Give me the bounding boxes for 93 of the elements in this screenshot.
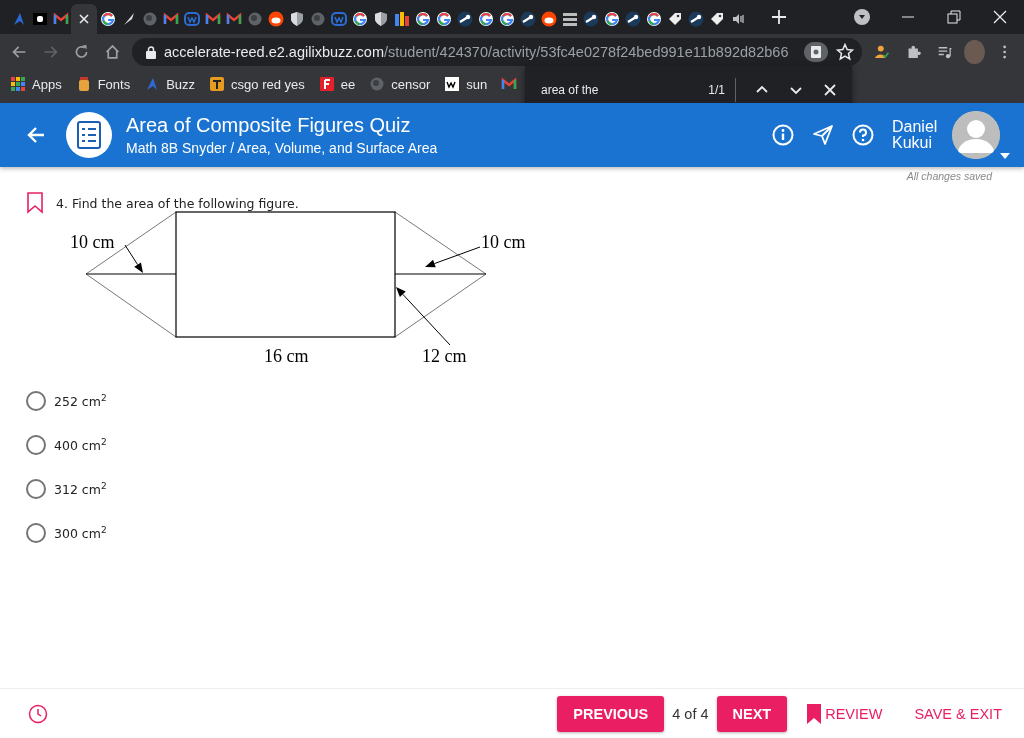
restore-icon[interactable] — [946, 9, 962, 25]
choice-label: 300 cm$^{2}$ — [54, 524, 107, 542]
radio-button[interactable] — [26, 523, 46, 543]
mail-icon — [204, 11, 221, 27]
browser-tab[interactable] — [71, 4, 97, 34]
alien-logo-icon — [267, 11, 284, 27]
bookmark-item[interactable]: censor — [369, 76, 431, 92]
caret-icon[interactable] — [1000, 153, 1010, 159]
globe-icon — [309, 11, 326, 27]
bookmark-icon[interactable] — [26, 192, 44, 214]
checklist-icon — [77, 121, 101, 149]
course-breadcrumb: Math 8B Snyder / Area, Volume, and Surface Area — [126, 140, 439, 156]
colored-ring-icon — [603, 11, 620, 27]
colored-ring-icon — [99, 11, 116, 27]
home-icon[interactable] — [103, 42, 121, 62]
quiz-title: Area of Composite Figures Quiz — [126, 114, 412, 137]
bars-icon — [393, 11, 410, 27]
bookmark-item[interactable]: Buzz — [144, 76, 196, 92]
dropdown-icon[interactable] — [854, 9, 870, 25]
globe-icon — [246, 11, 263, 27]
address-bar[interactable]: accelerate-reed.e2.agilixbuzz.com/student/424370/activity/53fc4e0278f24bed991e11b892d82b66 — [131, 38, 863, 66]
info-icon[interactable] — [772, 124, 794, 146]
dimension-label: 16 cm — [264, 346, 309, 366]
apps-grid-icon — [10, 76, 26, 92]
url-text: accelerate-reed.e2.agilixbuzz.com/student/424370/activity/53fc4e0278f24bed991e11b892d82b66 — [163, 44, 789, 60]
colored-ring-icon — [414, 11, 431, 27]
bookmark-item[interactable]: Apps — [10, 76, 62, 92]
choice-label: 312 cm$^{2}$ — [54, 480, 107, 498]
bookmark-item[interactable]: ee — [318, 76, 356, 92]
dimension-label: 12 cm — [422, 346, 467, 366]
colored-ring-icon — [477, 11, 494, 27]
close-icon[interactable] — [822, 82, 838, 98]
radio-button[interactable] — [26, 479, 46, 499]
globe-icon — [141, 11, 158, 27]
save-status: All changes saved — [905, 169, 994, 182]
question-position: 4 of 4 — [672, 705, 709, 722]
find-field[interactable]: area of the — [541, 83, 699, 97]
square-logo-icon — [31, 11, 48, 27]
dimension-label: 10 cm — [70, 232, 115, 252]
alien-logo-icon — [540, 11, 557, 27]
arrow — [396, 287, 451, 346]
arrow — [425, 246, 481, 268]
plus-icon[interactable] — [770, 8, 788, 26]
bookmark-item[interactable]: sun — [444, 76, 488, 92]
bookmark-item[interactable]: csgo red yes — [209, 76, 305, 92]
radio-button[interactable] — [26, 435, 46, 455]
colored-ring-icon — [435, 11, 452, 27]
square-logo-icon — [444, 76, 461, 92]
colored-ring-icon — [351, 11, 368, 27]
bookmark-icon — [807, 703, 822, 724]
colored-ring-icon — [645, 11, 662, 27]
help-icon[interactable] — [852, 124, 874, 146]
globe-icon — [369, 76, 386, 92]
choice-label: 400 cm$^{2}$ — [54, 436, 107, 454]
clock-icon[interactable] — [28, 703, 48, 724]
shield-icon — [288, 11, 305, 27]
person-icon[interactable] — [874, 43, 890, 61]
question-text: 4. Find the area of the following figure. — [56, 195, 299, 211]
steam-icon — [456, 11, 473, 27]
square-logo-icon — [318, 76, 335, 92]
review-button[interactable]: REVIEW — [807, 703, 883, 724]
back-arrow-icon[interactable] — [26, 125, 46, 145]
mail-icon — [225, 11, 242, 27]
bookmark-item[interactable]: Fonts — [75, 76, 131, 92]
menu-icon — [561, 11, 578, 27]
shield-icon — [372, 11, 389, 27]
match-count: 1/1 — [708, 78, 736, 102]
square-logo-icon — [209, 76, 226, 92]
star-icon[interactable] — [836, 43, 855, 61]
steam-icon — [582, 11, 599, 27]
colored-ring-icon — [498, 11, 515, 27]
wave-logo-icon — [330, 11, 347, 27]
send-icon[interactable] — [812, 124, 834, 146]
bookmark-item[interactable] — [501, 76, 518, 92]
find-in-page-icon[interactable] — [804, 42, 829, 62]
previous-button[interactable]: PREVIOUS — [557, 695, 665, 732]
avatar-icon[interactable] — [952, 111, 1000, 159]
mail-icon — [501, 76, 518, 92]
dimension-label: 10 cm — [481, 232, 526, 252]
choice-label: 252 cm$^{2}$ — [54, 392, 107, 410]
next-button[interactable]: NEXT — [716, 695, 788, 732]
steam-icon — [624, 11, 641, 27]
mail-icon — [52, 11, 69, 27]
mail-icon — [162, 11, 179, 27]
steam-icon — [687, 11, 704, 27]
arrow — [124, 244, 143, 273]
save-exit-button[interactable]: SAVE & EXIT — [914, 705, 1002, 722]
radio-button[interactable] — [26, 391, 46, 411]
steam-icon — [519, 11, 536, 27]
wave-logo-icon — [183, 11, 200, 27]
user-name: Daniel Kukui — [892, 119, 939, 151]
lock-icon — [145, 45, 156, 59]
close-icon[interactable] — [992, 9, 1008, 25]
